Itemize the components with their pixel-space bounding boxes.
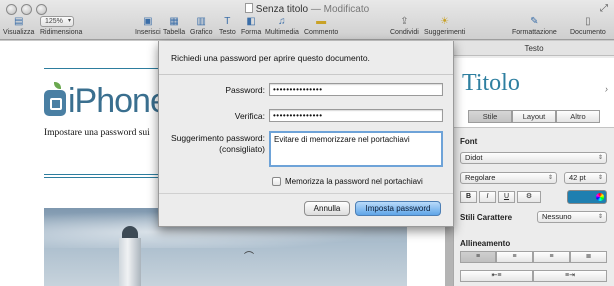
insert-icon: ▣	[143, 16, 153, 27]
lightbulb-icon: ☀	[440, 16, 450, 27]
char-styles-select[interactable]: Nessuno ⇕	[537, 211, 607, 223]
bird-icon: ⌒	[244, 252, 254, 263]
verify-password-field[interactable]: •••••••••••••••	[269, 109, 443, 122]
increase-indent-button[interactable]: ≡⇥	[533, 270, 607, 282]
font-weight-select[interactable]: Regolare ⇕	[460, 172, 557, 184]
share-icon: ⇪	[400, 16, 409, 27]
media-button[interactable]: ♫ Multimedia	[265, 15, 299, 36]
tab-stile[interactable]: Stile	[468, 110, 512, 123]
shape-icon: ◧	[246, 16, 256, 27]
window-title: Senza titolo — Modificato	[0, 3, 614, 15]
text-button[interactable]: T Testo	[219, 15, 236, 36]
app-logo-icon	[44, 82, 66, 116]
italic-button[interactable]: I	[479, 191, 496, 203]
justify-button[interactable]: ≣	[570, 251, 607, 263]
password-dialog: Richiedi una password per aprire questo …	[158, 41, 454, 227]
document-icon	[244, 3, 253, 13]
chevron-updown-icon: ⇕	[547, 175, 553, 181]
format-inspector: Testo Titolo › Stile Layout Altro Font D…	[453, 41, 614, 286]
resize-button[interactable]: Ridimensiona	[40, 29, 82, 36]
keychain-checkbox[interactable]	[272, 177, 281, 186]
decrease-indent-button[interactable]: ⇤≡	[460, 270, 533, 282]
document-panel-icon: ▯	[585, 16, 591, 27]
view-icon: ▤	[13, 16, 24, 27]
tab-altro[interactable]: Altro	[556, 110, 600, 123]
text-color-well[interactable]	[567, 190, 607, 204]
font-family-select[interactable]: Didot ⇕	[460, 152, 607, 164]
font-section-label: Font	[460, 137, 478, 146]
align-right-button[interactable]: ≡	[533, 251, 570, 263]
alignment-section-label: Allineamento	[460, 239, 511, 248]
dialog-divider	[159, 74, 453, 75]
document-body-text[interactable]: Impostare una password sui	[44, 128, 150, 138]
text-options-gear-icon[interactable]: ⚙	[517, 191, 541, 203]
lighthouse-tower	[119, 238, 141, 286]
keychain-checkbox-label[interactable]: Memorizza la password nel portachiavi	[285, 177, 423, 186]
bold-button[interactable]: B	[460, 191, 477, 203]
document-button[interactable]: ▯ Documento	[570, 15, 606, 36]
chevron-right-icon: ›	[605, 84, 608, 94]
font-size-stepper[interactable]: 42 pt ⇕	[564, 172, 607, 184]
paintbrush-icon: ✎	[530, 16, 539, 27]
password-hint-field[interactable]: Evitare di memorizzare nel portachiavi	[269, 131, 443, 167]
cancel-button[interactable]: Annulla	[304, 201, 350, 216]
color-wheel-icon[interactable]	[596, 193, 604, 201]
outdent-icon: ⇤≡	[491, 272, 502, 279]
share-button[interactable]: ⇪ Condividi	[390, 15, 419, 36]
hint-sublabel: (consigliato)	[219, 144, 265, 154]
underline-button[interactable]: U	[498, 191, 515, 203]
align-center-button[interactable]: ≡	[496, 251, 533, 263]
chart-button[interactable]: ▥ Grafico	[190, 15, 213, 36]
dialog-title: Richiedi una password per aprire questo …	[171, 53, 370, 63]
text-icon: T	[224, 16, 231, 27]
view-button[interactable]: ▤ Visualizza	[3, 15, 34, 36]
stepper-icon: ⇕	[597, 175, 603, 181]
password-field[interactable]: •••••••••••••••	[269, 83, 443, 96]
chart-icon: ▥	[196, 16, 206, 27]
tips-button[interactable]: ☀ Suggerimenti	[424, 15, 465, 36]
table-icon: ▦	[169, 16, 179, 27]
comment-button[interactable]: ▬ Commento	[304, 15, 338, 36]
fullscreen-icon[interactable]: ⤢	[600, 3, 608, 14]
shape-button[interactable]: ◧ Forma	[241, 15, 261, 36]
chevron-down-icon: ▾	[67, 18, 71, 24]
chevron-updown-icon: ⇕	[597, 214, 603, 220]
format-button[interactable]: ✎ Formattazione	[512, 15, 557, 36]
chevron-updown-icon: ⇕	[597, 155, 603, 161]
table-button[interactable]: ▦ Tabella	[163, 15, 185, 36]
tab-layout[interactable]: Layout	[512, 110, 556, 123]
dialog-button-separator	[159, 193, 453, 194]
media-icon: ♫	[278, 16, 286, 27]
comment-icon: ▬	[316, 16, 327, 27]
indent-icon: ≡⇥	[565, 272, 575, 279]
align-center-icon: ≡	[512, 253, 517, 260]
hint-label: Suggerimento password:	[170, 133, 265, 143]
window-toolbar: Senza titolo — Modificato ⤢ ▤ Visualizza…	[0, 0, 614, 40]
inspector-header: Testo	[454, 41, 614, 56]
set-password-button[interactable]: Imposta password	[355, 201, 441, 216]
align-right-icon: ≡	[549, 253, 554, 260]
justify-icon: ≣	[585, 253, 592, 260]
align-left-button[interactable]: ≡	[460, 251, 496, 263]
zoom-select[interactable]: 125% ▾	[40, 16, 74, 27]
insert-button[interactable]: ▣ Inserisci	[135, 15, 161, 36]
password-label: Password:	[225, 85, 265, 95]
verify-label: Verifica:	[234, 111, 265, 121]
char-styles-label: Stili Carattere	[460, 213, 513, 222]
align-left-icon: ≡	[475, 253, 481, 260]
